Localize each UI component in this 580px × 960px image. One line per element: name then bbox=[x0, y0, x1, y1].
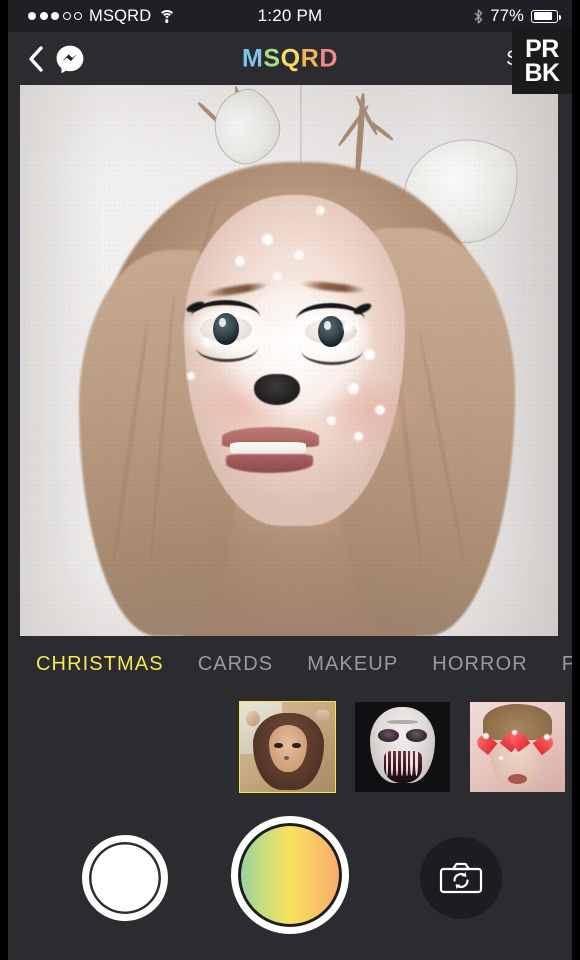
watermark-line-2: BK bbox=[524, 59, 560, 87]
tab-christmas[interactable]: CHRISTMAS bbox=[36, 653, 164, 676]
title-letter-m: M bbox=[241, 44, 264, 72]
right-edge-rail bbox=[572, 0, 580, 960]
title-letter-r: R bbox=[300, 44, 320, 72]
filter-thumb-heart-eyes[interactable] bbox=[470, 702, 565, 792]
face-spot bbox=[342, 321, 353, 332]
filter-thumb-deer[interactable] bbox=[239, 701, 336, 793]
face-spot bbox=[262, 233, 274, 245]
status-bar: MSQRD 1:20 PM 77% bbox=[0, 0, 580, 32]
filter-thumb-horror-skull[interactable] bbox=[355, 702, 450, 792]
deer-nose bbox=[254, 374, 300, 406]
battery-icon bbox=[531, 9, 561, 23]
mouth bbox=[221, 426, 319, 474]
flip-camera-button[interactable] bbox=[420, 837, 502, 919]
app-title: MSQRD bbox=[0, 44, 580, 73]
face-spot bbox=[326, 415, 336, 425]
face-spot bbox=[375, 404, 386, 415]
heart-icon bbox=[507, 728, 558, 760]
shutter-button[interactable] bbox=[231, 816, 349, 934]
flip-camera-icon bbox=[439, 862, 483, 894]
battery-percent-label: 77% bbox=[490, 6, 524, 25]
gallery-button[interactable] bbox=[82, 835, 168, 921]
tab-horror[interactable]: HORROR bbox=[432, 653, 528, 676]
bluetooth-icon bbox=[474, 8, 483, 24]
left-edge-rail bbox=[0, 0, 8, 960]
preview-scene bbox=[20, 85, 558, 636]
camera-controls bbox=[0, 802, 580, 960]
prbk-watermark: PR BK bbox=[512, 28, 572, 94]
camera-preview[interactable] bbox=[20, 85, 558, 636]
face-spot bbox=[353, 432, 363, 442]
face-spot bbox=[186, 371, 195, 380]
tab-cards[interactable]: CARDS bbox=[198, 653, 274, 676]
tab-makeup[interactable]: MAKEUP bbox=[307, 653, 398, 676]
navigation-bar: MSQRD Share bbox=[0, 32, 580, 85]
eye-right bbox=[286, 298, 376, 366]
title-letter-q: Q bbox=[280, 44, 301, 72]
title-letter-d: D bbox=[319, 44, 339, 72]
title-letter-s: S bbox=[263, 44, 281, 72]
filter-category-tabs: CHRISTMAS CARDS MAKEUP HORROR FACES bbox=[0, 636, 580, 692]
filter-thumbnail-list[interactable] bbox=[0, 692, 580, 802]
face-spot bbox=[348, 382, 360, 394]
msqrd-camera-screen: MSQRD 1:20 PM 77% MSQRD PR BK CHRISTMAS … bbox=[0, 0, 580, 960]
face-spot bbox=[235, 255, 246, 266]
watermark-line-1: PR bbox=[525, 34, 559, 63]
status-bar-right: 77% bbox=[474, 6, 561, 26]
